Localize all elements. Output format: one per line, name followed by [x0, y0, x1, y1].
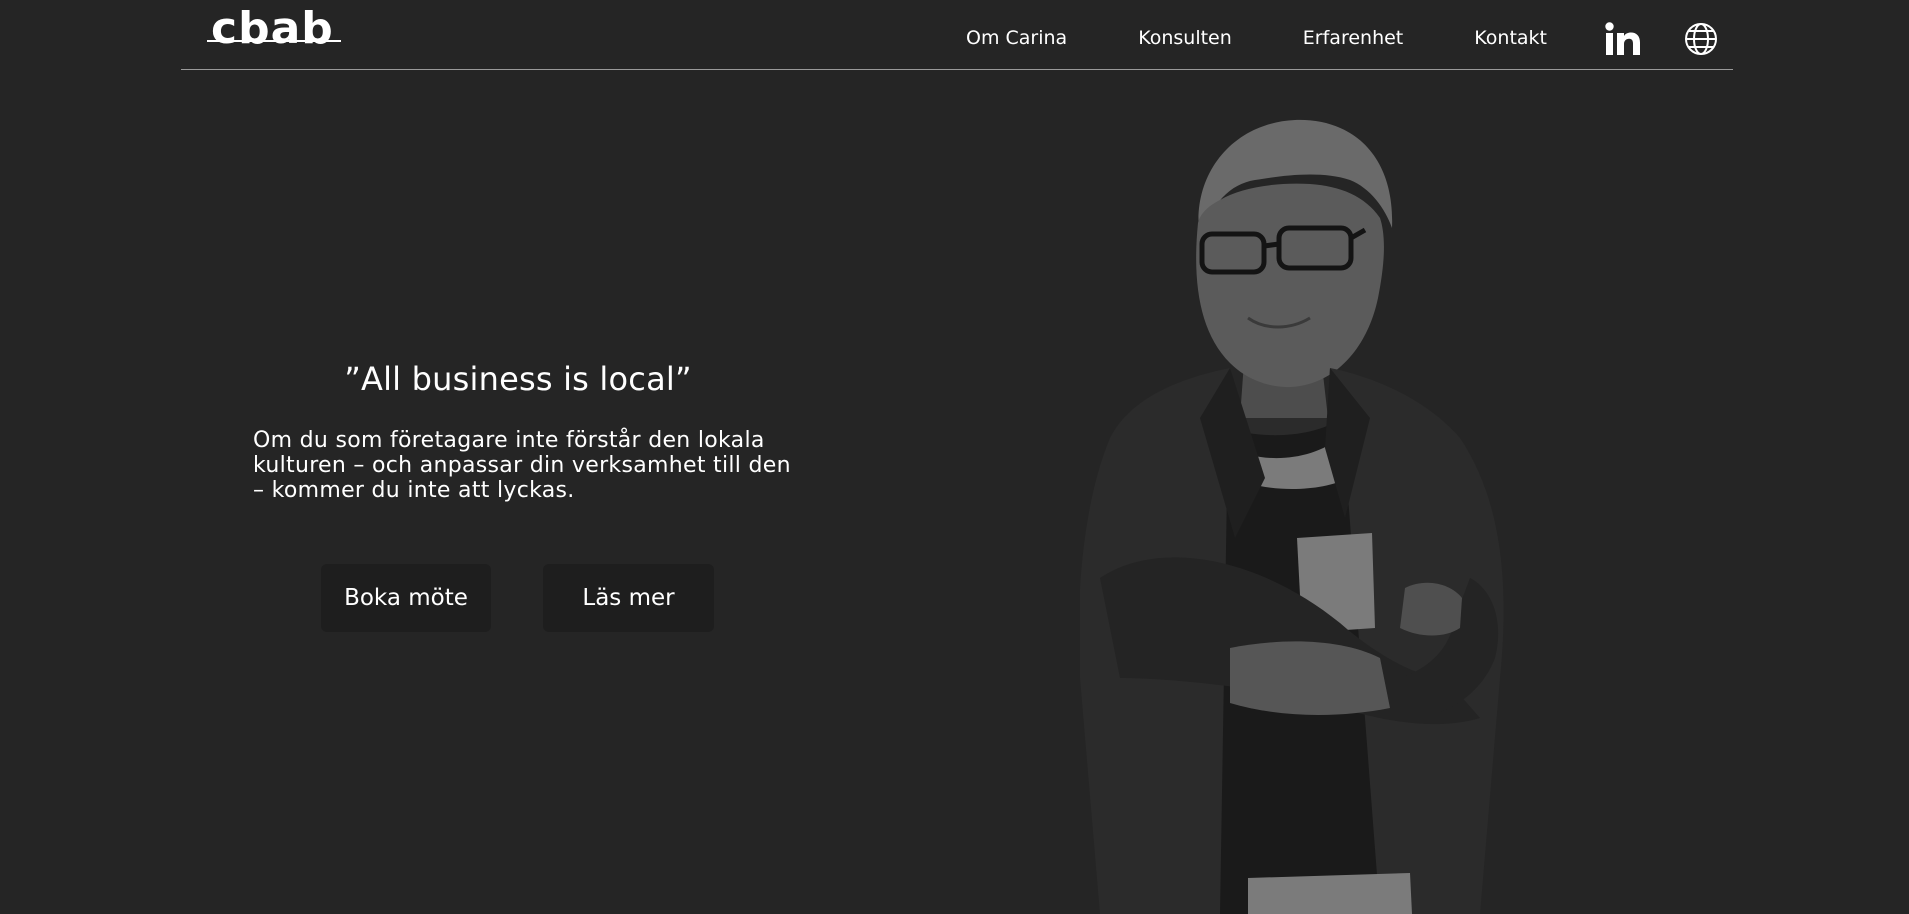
logo-strike-line: [207, 40, 341, 42]
read-more-button[interactable]: Läs mer: [543, 564, 714, 632]
nav-link-erfarenhet[interactable]: Erfarenhet: [1303, 23, 1403, 48]
nav-link-kontakt[interactable]: Kontakt: [1474, 23, 1547, 48]
book-meeting-button[interactable]: Boka möte: [321, 564, 491, 632]
linkedin-icon[interactable]: [1605, 18, 1641, 55]
main-nav: Om Carina Konsulten Erfarenhet Kontakt: [966, 0, 1733, 70]
hero-quote: ”All business is local”: [344, 360, 692, 398]
globe-icon[interactable]: [1684, 18, 1718, 55]
hero-buttons: Boka möte Läs mer: [321, 564, 761, 632]
nav-link-konsulten[interactable]: Konsulten: [1138, 23, 1232, 48]
logo[interactable]: cbab: [207, 3, 341, 56]
logo-text: cbab: [211, 3, 334, 54]
hero-lead: Om du som företagare inte förstår den lo…: [253, 428, 791, 503]
portrait-image: [1078, 118, 1620, 914]
nav-link-om-carina[interactable]: Om Carina: [966, 23, 1067, 48]
page: cbab Om Carina Konsulten Erfarenhet Kont…: [0, 0, 1909, 914]
hero-content: ”All business is local” Om du som företa…: [253, 360, 793, 632]
site-header: cbab Om Carina Konsulten Erfarenhet Kont…: [181, 0, 1733, 70]
